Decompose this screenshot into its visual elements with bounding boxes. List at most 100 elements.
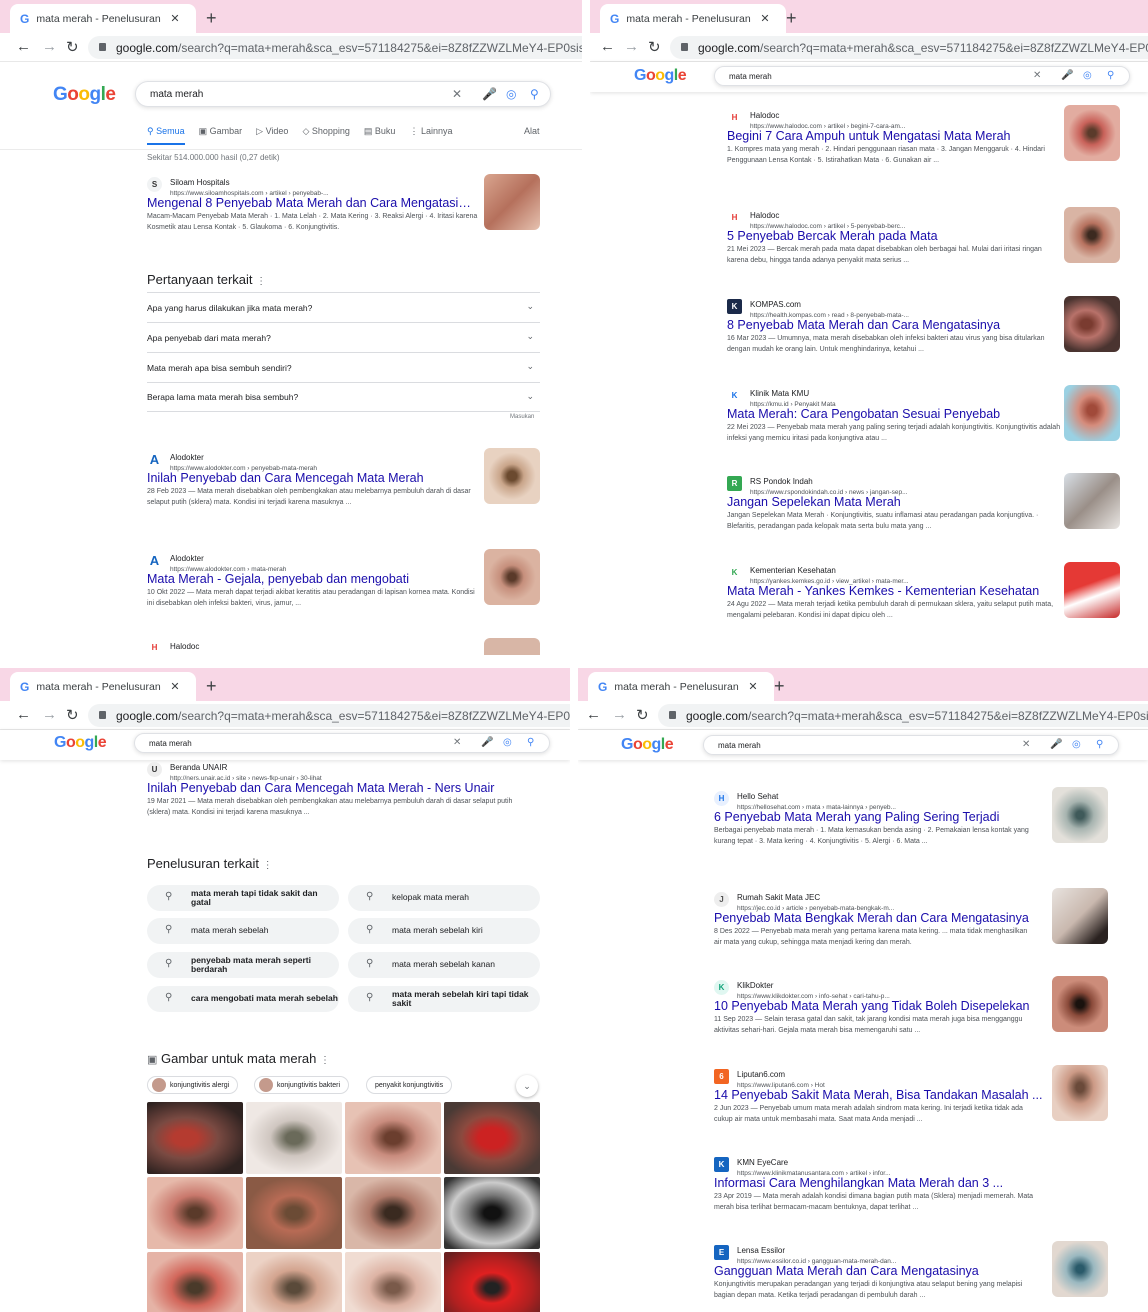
related-search-chip[interactable]: mata merah sebelah kanan [348, 952, 540, 978]
image-filter-chip[interactable]: penyakit konjungtivitis [366, 1076, 453, 1094]
result-title[interactable]: Informasi Cara Menghilangkan Mata Merah … [714, 1176, 1044, 1190]
search-icon[interactable]: ⚲ [1107, 70, 1114, 81]
image-result[interactable] [147, 1252, 243, 1312]
site-name[interactable]: Halodoc [170, 642, 199, 652]
image-result[interactable] [147, 1102, 243, 1174]
back-icon[interactable]: ← [16, 38, 31, 55]
reload-icon[interactable]: ↻ [66, 706, 79, 724]
image-result[interactable] [444, 1177, 540, 1249]
clear-icon[interactable]: ✕ [453, 737, 461, 748]
result-thumbnail[interactable] [1052, 888, 1108, 944]
google-logo[interactable]: Google [53, 84, 116, 106]
site-name[interactable]: Klinik Mata KMU [750, 389, 809, 398]
result-thumbnail[interactable] [1052, 976, 1108, 1032]
reload-icon[interactable]: ↻ [66, 38, 79, 56]
lens-icon[interactable]: ◎ [506, 87, 516, 101]
tab-images[interactable]: ▣ Gambar [199, 126, 243, 145]
result-title[interactable]: 14 Penyebab Sakit Mata Merah, Bisa Tanda… [714, 1088, 1044, 1102]
result-thumbnail[interactable] [484, 174, 540, 230]
result-thumbnail[interactable] [1064, 473, 1120, 529]
result-thumbnail[interactable] [1052, 1065, 1108, 1121]
tab-shopping[interactable]: ◇ Shopping [302, 126, 349, 145]
result-title[interactable]: Begini 7 Cara Ampuh untuk Mengatasi Mata… [727, 129, 1057, 143]
result-title[interactable]: Mata Merah: Cara Pengobatan Sesuai Penye… [727, 407, 1057, 421]
site-name[interactable]: Halodoc [750, 211, 779, 220]
image-result[interactable] [444, 1252, 540, 1312]
tab-videos[interactable]: ▷ Video [256, 126, 288, 145]
search-input[interactable]: mata merah ✕ 🎤 ◎ ⚲ [714, 66, 1130, 86]
search-input[interactable]: mata merah ✕ 🎤 ◎ ⚲ [703, 735, 1119, 755]
related-search-chip[interactable]: mata merah tapi tidak sakit dan gatal [147, 885, 339, 911]
result-thumbnail[interactable] [1064, 385, 1120, 441]
result-thumbnail[interactable] [1052, 1241, 1108, 1297]
forward-icon[interactable]: → [42, 706, 57, 723]
forward-icon[interactable]: → [624, 38, 639, 55]
related-search-chip[interactable]: mata merah sebelah kiri tapi tidak sakit [348, 986, 540, 1012]
mic-icon[interactable]: 🎤 [482, 87, 497, 101]
result-title[interactable]: Gangguan Mata Merah dan Cara Mengatasiny… [714, 1264, 1044, 1278]
feedback-link[interactable]: Masukan [510, 414, 534, 420]
result-title[interactable]: Mata Merah - Gejala, penyebab dan mengob… [147, 572, 477, 586]
close-icon[interactable]: ✕ [748, 680, 757, 693]
new-tab-icon[interactable]: + [774, 676, 785, 697]
result-title[interactable]: Jangan Sepelekan Mata Merah [727, 495, 1057, 509]
image-result[interactable] [345, 1252, 441, 1312]
image-result[interactable] [345, 1177, 441, 1249]
close-icon[interactable]: ✕ [170, 12, 179, 25]
result-thumbnail[interactable] [484, 448, 540, 504]
google-logo[interactable]: Google [634, 67, 687, 85]
address-bar[interactable]: google.com/search?q=mata+merah&sca_esv=5… [670, 36, 1148, 59]
lens-icon[interactable]: ◎ [503, 737, 512, 748]
reload-icon[interactable]: ↻ [648, 38, 661, 56]
image-result[interactable] [246, 1102, 342, 1174]
back-icon[interactable]: ← [586, 706, 601, 723]
tab-all[interactable]: ⚲ Semua [147, 126, 185, 145]
new-tab-icon[interactable]: + [786, 8, 797, 29]
close-icon[interactable]: ✕ [760, 12, 769, 25]
tab-books[interactable]: ▤ Buku [364, 126, 396, 145]
paa-question[interactable]: Mata merah apa bisa sembuh sendiri? ⌄ [147, 352, 540, 382]
image-result[interactable] [444, 1102, 540, 1174]
google-logo[interactable]: Google [621, 736, 674, 754]
lens-icon[interactable]: ◎ [1083, 70, 1092, 81]
result-title[interactable]: Mata Merah - Yankes Kemkes - Kementerian… [727, 584, 1057, 598]
site-name[interactable]: KMN EyeCare [737, 1158, 788, 1167]
paa-question[interactable]: Apa penyebab dari mata merah? ⌄ [147, 322, 540, 352]
chevron-down-icon[interactable]: ⌄ [516, 1075, 538, 1097]
browser-tab[interactable]: Gmata merah - Penelusuran Goog ✕ [600, 4, 786, 33]
address-bar[interactable]: google.com/search?q=mata+merah&sca_esv=5… [658, 704, 1148, 727]
google-logo[interactable]: Google [54, 734, 107, 752]
forward-icon[interactable]: → [42, 38, 57, 55]
result-title[interactable]: 10 Penyebab Mata Merah yang Tidak Boleh … [714, 999, 1044, 1013]
site-name[interactable]: RS Pondok Indah [750, 477, 813, 486]
clear-icon[interactable]: ✕ [1022, 739, 1030, 750]
site-name[interactable]: Alodokter [170, 554, 204, 563]
paa-question[interactable]: Apa yang harus dilakukan jika mata merah… [147, 292, 540, 322]
clear-icon[interactable]: ✕ [452, 87, 462, 101]
reload-icon[interactable]: ↻ [636, 706, 649, 724]
related-search-chip[interactable]: mata merah sebelah [147, 918, 339, 944]
lens-icon[interactable]: ◎ [1072, 739, 1081, 750]
image-filter-chip[interactable]: konjungtivitis bakteri [254, 1076, 350, 1094]
related-search-chip[interactable]: cara mengobati mata merah sebelah [147, 986, 339, 1012]
site-name[interactable]: Lensa Essilor [737, 1246, 785, 1255]
search-icon[interactable]: ⚲ [1096, 739, 1103, 750]
new-tab-icon[interactable]: + [206, 676, 217, 697]
clear-icon[interactable]: ✕ [1033, 70, 1041, 81]
result-thumbnail[interactable] [1064, 207, 1120, 263]
site-name[interactable]: Beranda UNAIR [170, 763, 227, 772]
result-title[interactable]: 5 Penyebab Bercak Merah pada Mata [727, 229, 1057, 243]
result-title[interactable]: 6 Penyebab Mata Merah yang Paling Sering… [714, 810, 1044, 824]
tools-button[interactable]: Alat [524, 126, 540, 136]
image-result[interactable] [345, 1102, 441, 1174]
mic-icon[interactable]: 🎤 [1050, 739, 1062, 750]
result-thumbnail[interactable] [1064, 296, 1120, 352]
forward-icon[interactable]: → [612, 706, 627, 723]
browser-tab[interactable]: Gmata merah - Penelusuran Goog ✕ [10, 672, 196, 701]
related-search-chip[interactable]: kelopak mata merah [348, 885, 540, 911]
address-bar[interactable]: google.com/search?q=mata+merah&sca_esv=5… [88, 36, 582, 59]
result-title[interactable]: Inilah Penyebab dan Cara Mencegah Mata M… [147, 471, 477, 485]
browser-tab[interactable]: Gmata merah - Penelusuran Goog ✕ [10, 4, 196, 33]
site-name[interactable]: Kementerian Kesehatan [750, 566, 836, 575]
result-title[interactable]: Inilah Penyebab dan Cara Mencegah Mata M… [147, 781, 527, 795]
